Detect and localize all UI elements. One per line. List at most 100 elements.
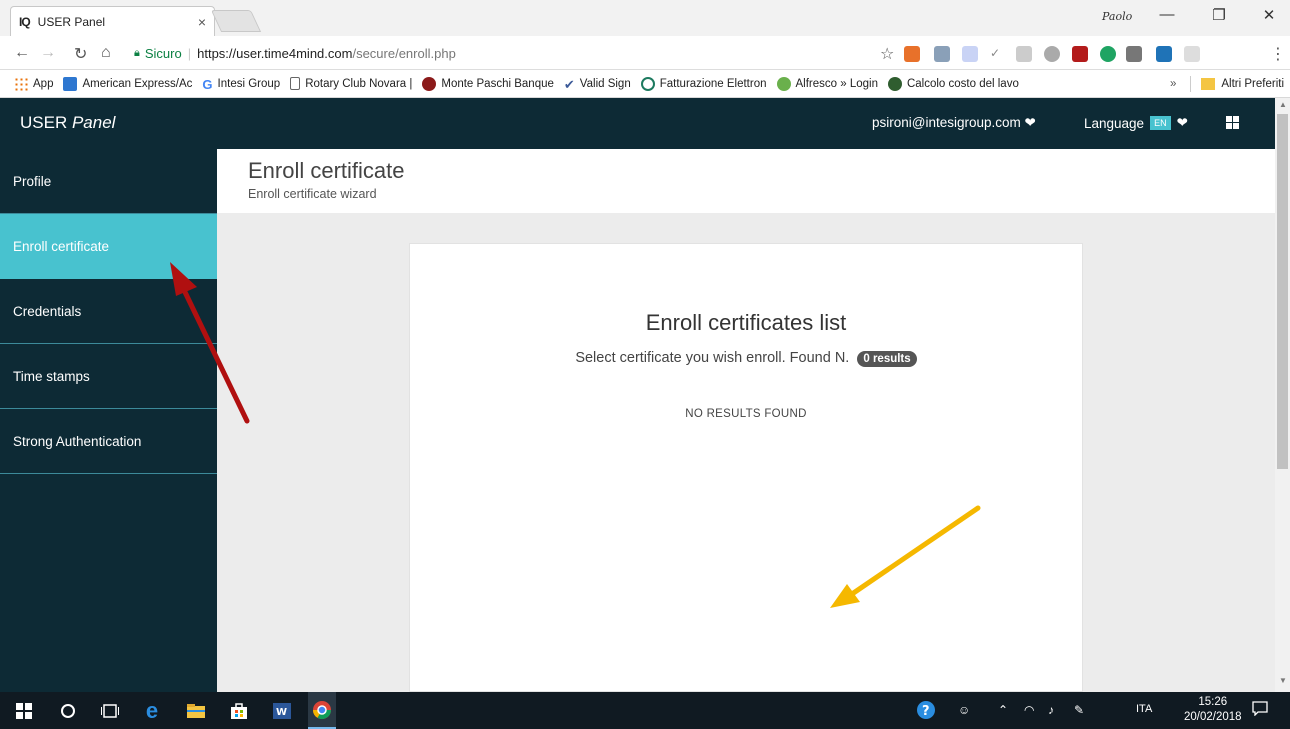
address-toolbar: ← → ↻ ⌂ 🔒︎ Sicuro | https://user.time4mi…	[0, 36, 1290, 70]
folder-icon	[1201, 78, 1216, 90]
calcolo-icon	[887, 76, 902, 91]
bookmark-item[interactable]: Calcolo costo del lavo	[887, 76, 1019, 91]
extension-grid-icon[interactable]	[1184, 46, 1200, 62]
bookmark-label: Valid Sign	[579, 77, 631, 90]
sidebar: Profile Enroll certificate Credentials T…	[0, 149, 217, 692]
extension-translate-icon[interactable]	[934, 46, 950, 62]
lock-icon: 🔒︎	[134, 46, 140, 59]
bookmark-item[interactable]: Rotary Club Novara |	[290, 77, 412, 90]
page-header: Enroll certificate Enroll certificate wi…	[217, 149, 1275, 213]
scroll-thumb[interactable]	[1277, 114, 1288, 469]
bookmarks-more-chevron-icon[interactable]: »	[1170, 78, 1176, 90]
home-icon[interactable]: ⌂	[101, 44, 111, 62]
restore-button[interactable]: ❐	[1204, 6, 1234, 24]
bookmark-item[interactable]: American Express/Ac	[63, 76, 192, 91]
url-field[interactable]: 🔒︎ Sicuro | https://user.time4mind.com/s…	[128, 40, 900, 66]
extension-check-icon[interactable]: ✓	[990, 46, 1006, 62]
reload-icon[interactable]: ↻	[74, 44, 87, 64]
sidebar-item-label: Time stamps	[13, 368, 90, 384]
google-icon: G	[202, 76, 213, 92]
alfresco-icon	[776, 76, 791, 91]
input-language[interactable]: ITA	[1136, 703, 1152, 715]
windows-taskbar: e W ? ☺ ⌃ ◠ ♪ ✎ ITA 15:26 20/02/2018	[0, 692, 1290, 729]
url-separator: |	[187, 45, 192, 61]
sidebar-item-time-stamps[interactable]: Time stamps	[0, 344, 217, 409]
brand-logo[interactable]: USER Panel	[20, 113, 115, 133]
chrome-icon[interactable]	[308, 692, 336, 729]
page-icon	[290, 77, 301, 90]
page-scrollbar[interactable]: ▲ ▼	[1275, 98, 1290, 692]
other-bookmarks-label[interactable]: Altri Preferiti	[1221, 78, 1284, 90]
bookmark-item[interactable]: Monte Paschi Banque	[422, 76, 554, 91]
amex-icon	[63, 76, 78, 91]
bookmark-label: Fatturazione Elettron	[659, 77, 767, 90]
sidebar-item-label: Profile	[13, 173, 52, 189]
clock-time: 15:26	[1198, 696, 1228, 708]
store-icon[interactable]	[229, 701, 249, 721]
sidebar-item-credentials[interactable]: Credentials	[0, 279, 217, 344]
scroll-up-icon[interactable]: ▲	[1279, 100, 1287, 109]
sidebar-item-strong-authentication[interactable]: Strong Authentication	[0, 409, 217, 474]
extension-drive-icon[interactable]	[1016, 46, 1032, 62]
svg-text:?: ?	[922, 704, 930, 719]
scroll-down-icon[interactable]: ▼	[1279, 676, 1287, 685]
enroll-list-card: Enroll certificates list Select certific…	[409, 243, 1083, 692]
extension-b-icon[interactable]	[962, 46, 978, 62]
wifi-icon[interactable]: ◠	[1024, 703, 1034, 717]
sidebar-item-label: Strong Authentication	[13, 433, 142, 449]
people-icon[interactable]: ☺	[958, 703, 970, 717]
extension-acrobat-icon[interactable]	[1072, 46, 1088, 62]
file-explorer-icon[interactable]	[186, 701, 206, 721]
word-icon[interactable]: W	[272, 701, 292, 721]
tab-close-icon[interactable]: ×	[198, 14, 206, 30]
apps-grid-icon[interactable]	[1226, 116, 1239, 129]
bookmark-star-icon[interactable]: ☆	[880, 44, 894, 64]
bookmark-label: Rotary Club Novara |	[305, 77, 413, 90]
window-user-badge[interactable]: Paolo	[1102, 10, 1132, 23]
card-title: Enroll certificates list	[645, 310, 847, 335]
browser-titlebar: IQ USER Panel × Paolo — ❐ ✕	[0, 0, 1290, 36]
user-menu[interactable]: psironi@intesigroup.com ❤	[872, 115, 1036, 131]
notifications-icon[interactable]	[1252, 700, 1268, 719]
extension-square-icon[interactable]	[1126, 46, 1142, 62]
bookmark-label: App	[33, 77, 54, 90]
bookmark-item[interactable]: App	[14, 76, 54, 91]
minimize-button[interactable]: —	[1152, 6, 1182, 23]
new-tab-button[interactable]	[210, 10, 262, 32]
windows-start-icon[interactable]	[14, 701, 34, 721]
language-code-badge: EN	[1150, 116, 1171, 130]
task-view-icon[interactable]	[100, 701, 120, 721]
card-subtitle: Select certificate you wish enroll. Foun…	[410, 350, 1082, 367]
volume-icon[interactable]: ♪	[1048, 703, 1054, 717]
extension-plus-icon[interactable]	[904, 46, 920, 62]
clock[interactable]: 15:26 20/02/2018	[1184, 695, 1242, 725]
extension-linkedin-icon[interactable]	[1156, 46, 1172, 62]
tab-title: USER Panel	[37, 14, 106, 29]
tab-favicon: IQ	[19, 14, 31, 29]
sidebar-item-label: Credentials	[13, 303, 82, 319]
sidebar-item-profile[interactable]: Profile	[0, 149, 217, 214]
browser-tab[interactable]: IQ USER Panel ×	[10, 6, 215, 36]
edge-browser-icon[interactable]: e	[142, 698, 162, 723]
url-path: /secure/enroll.php	[352, 45, 456, 61]
extension-pacman-icon[interactable]	[1044, 46, 1060, 62]
results-count-badge: 0 results	[857, 351, 917, 367]
help-icon[interactable]: ?	[916, 700, 936, 723]
extension-grammarly-icon[interactable]	[1100, 46, 1116, 62]
sidebar-item-enroll-certificate[interactable]: Enroll certificate	[0, 214, 217, 279]
pen-icon[interactable]: ✎	[1074, 703, 1084, 717]
svg-text:W: W	[276, 707, 287, 718]
search-icon[interactable]	[58, 701, 78, 721]
forward-icon[interactable]: →	[40, 44, 56, 62]
language-menu[interactable]: Language EN ❤	[1084, 115, 1188, 131]
secure-label: Sicuro	[144, 45, 182, 61]
close-window-button[interactable]: ✕	[1254, 6, 1284, 24]
bookmark-item[interactable]: Fatturazione Elettron	[640, 76, 767, 91]
bookmark-item[interactable]: ✔ Valid Sign	[564, 77, 631, 92]
back-icon[interactable]: ←	[14, 44, 30, 62]
browser-menu-icon[interactable]: ⋮	[1270, 44, 1286, 64]
chevron-up-icon[interactable]: ⌃	[998, 703, 1008, 717]
bookmark-item[interactable]: G Intesi Group	[202, 76, 280, 92]
bookmark-item[interactable]: Alfresco » Login	[776, 76, 878, 91]
bookmarks-bar: App American Express/Ac G Intesi Group Ro…	[0, 70, 1290, 98]
